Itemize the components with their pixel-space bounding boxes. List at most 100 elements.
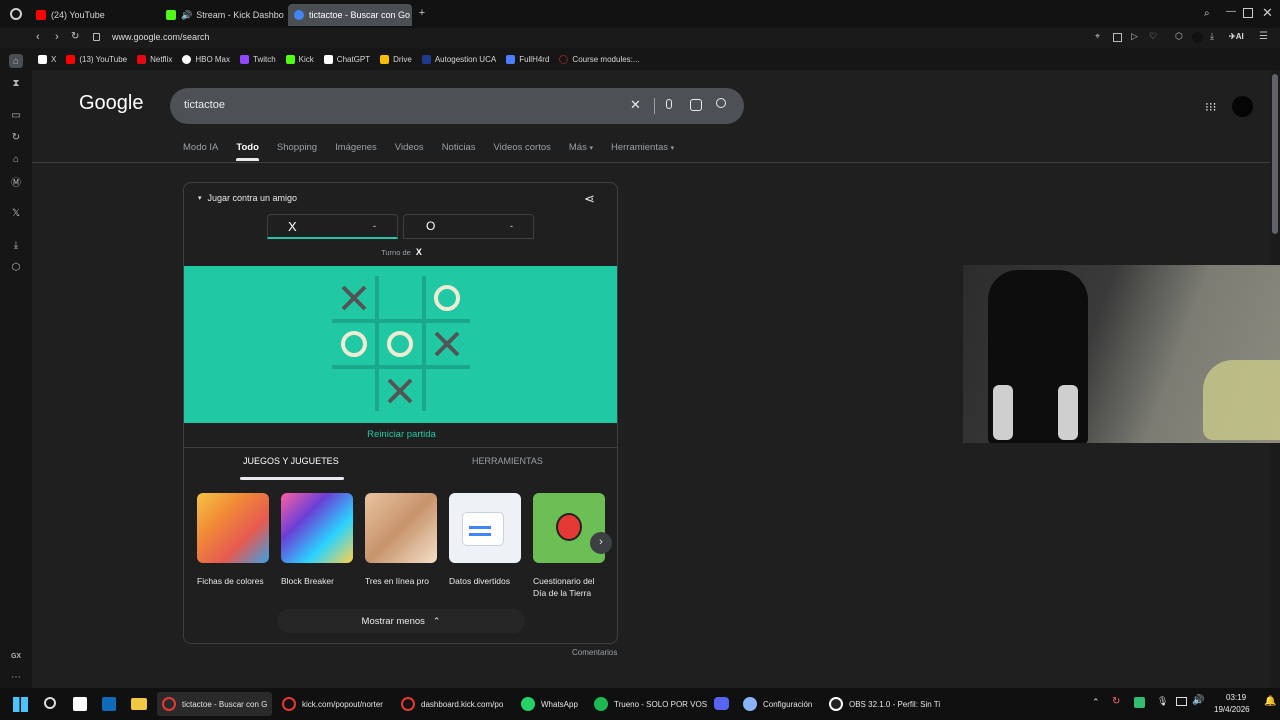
board-cell[interactable] (339, 283, 369, 313)
filter-herramientas[interactable]: Herramientas ▾ (611, 142, 674, 161)
filter-videos[interactable]: Videos (395, 142, 424, 161)
filter-imagenes[interactable]: Imágenes (335, 142, 377, 161)
tray-refresh-icon[interactable]: ↻ (1112, 696, 1120, 707)
menu-icon[interactable]: ☰ (1259, 31, 1268, 42)
taskbar-app-obs[interactable]: OBS 32.1.0 - Perfil: Sin Ti (829, 692, 940, 716)
x-icon[interactable]: 𝕏 (9, 206, 23, 220)
bookmark-chatgpt[interactable]: ChatGPT (323, 54, 370, 64)
back-icon[interactable]: ‹ (36, 31, 40, 43)
network-icon[interactable] (1176, 697, 1187, 706)
clear-icon[interactable]: ✕ (630, 97, 641, 113)
snapshot-icon[interactable] (1113, 33, 1122, 42)
taskbar-app-google[interactable]: tictactoe - Buscar con G (157, 692, 272, 716)
board-cell[interactable] (385, 376, 415, 406)
file-explorer-icon[interactable] (131, 698, 147, 710)
taskbar-app-kick-popout[interactable]: kick.com/popout/norter (282, 692, 383, 716)
heart-icon[interactable]: ♡ (1149, 31, 1157, 42)
bookmark-hbo-max[interactable]: HBO Max (182, 54, 230, 64)
search-icon[interactable] (716, 98, 726, 108)
profile-icon[interactable] (1192, 32, 1203, 43)
refresh-icon[interactable]: ↻ (9, 130, 23, 144)
download-icon[interactable]: ⤓ (9, 238, 23, 252)
tray-app-icon[interactable] (1134, 697, 1145, 708)
maximize-icon[interactable] (1243, 8, 1253, 18)
mode-selector[interactable]: ▾ Jugar contra un amigo (198, 193, 297, 203)
tab-juegos-y-juguetes[interactable]: JUEGOS Y JUGUETES (243, 456, 339, 466)
gamepad-icon[interactable]: ▭ (9, 108, 23, 122)
hourglass-icon[interactable]: ⧗ (9, 76, 23, 90)
carousel-next-icon[interactable]: › (590, 532, 612, 554)
show-less-button[interactable]: Mostrar menos ⌃ (277, 609, 525, 633)
tile-cuestionario-dia-tierra[interactable] (533, 493, 605, 563)
tile-block-breaker[interactable] (281, 493, 353, 563)
ai-icon[interactable]: ✈AI (1229, 32, 1244, 41)
search-input[interactable]: tictactoe (184, 99, 225, 111)
board-cell[interactable] (432, 376, 462, 406)
more-icon[interactable]: ⋯ (9, 670, 23, 684)
search-icon[interactable] (44, 697, 56, 709)
m-icon[interactable]: Ⓜ (9, 174, 23, 189)
bookmark-fullh4rd[interactable]: FullH4rd (506, 54, 549, 64)
filter-mas[interactable]: Más ▾ (569, 142, 593, 161)
taskbar-app-whatsapp[interactable]: WhatsApp (521, 692, 578, 716)
extensions-icon[interactable]: ⬡ (9, 260, 23, 274)
scrollbar-thumb[interactable] (1272, 74, 1278, 234)
restart-button[interactable]: Reiniciar partida (184, 429, 617, 440)
play-icon[interactable]: ▷ (1131, 31, 1138, 42)
bookmark-kick[interactable]: Kick (285, 54, 314, 64)
taskbar-app-spotify[interactable]: Trueno - SOLO POR VOS (594, 692, 707, 716)
filter-videos-cortos[interactable]: Videos cortos (493, 142, 550, 161)
volume-icon[interactable]: 🔊 (1192, 695, 1204, 706)
bookmark-course-modules[interactable]: Course modules:... (559, 54, 640, 64)
avatar[interactable] (1232, 96, 1253, 117)
board-cell[interactable] (339, 376, 369, 406)
search-tabs-icon[interactable]: ⌕ (1204, 8, 1210, 19)
new-tab-icon[interactable]: + (416, 7, 428, 19)
tray-chevron-icon[interactable]: ⌃ (1092, 697, 1100, 708)
board-cell[interactable] (339, 329, 369, 359)
close-window-icon[interactable]: ✕ (1262, 5, 1273, 21)
bookmark-youtube[interactable]: (13) YouTube (66, 54, 127, 64)
share-icon[interactable]: ⋖ (584, 191, 595, 207)
filter-todo[interactable]: Todo (236, 142, 259, 161)
search-box[interactable]: tictactoe ✕ (170, 88, 744, 124)
bookmark-x[interactable]: X (38, 54, 56, 64)
notifications-icon[interactable]: 🔔 (1264, 696, 1276, 707)
filter-modo-ia[interactable]: Modo IA (183, 142, 218, 161)
discord-icon[interactable] (714, 697, 729, 710)
board-cell[interactable] (385, 329, 415, 359)
tab-youtube[interactable]: (24) YouTube (30, 4, 155, 26)
filter-shopping[interactable]: Shopping (277, 142, 317, 161)
feedback-link[interactable]: Comentarios (572, 648, 617, 657)
tab-kick-dashboard[interactable]: 🔊 Stream - Kick Dashbo (160, 4, 284, 26)
gx-label[interactable]: GX (9, 649, 23, 663)
minimize-icon[interactable]: — (1226, 6, 1236, 17)
clock-time[interactable]: 03:19 (1226, 693, 1246, 702)
outlook-icon[interactable] (102, 697, 116, 711)
opera-gx-logo-icon[interactable] (10, 8, 22, 20)
google-logo[interactable]: Google (79, 92, 144, 115)
forward-icon[interactable]: › (55, 31, 59, 43)
tile-datos-divertidos[interactable] (449, 493, 521, 563)
tile-fichas-de-colores[interactable] (197, 493, 269, 563)
tab-google-search[interactable]: tictactoe - Buscar con Go (288, 4, 412, 26)
board-cell[interactable] (432, 329, 462, 359)
reload-icon[interactable]: ↻ (71, 31, 79, 42)
windows-start-icon[interactable] (13, 697, 28, 712)
board-cell[interactable] (385, 283, 415, 313)
download-icon[interactable]: ⤓ (1210, 31, 1214, 42)
apps-grid-icon[interactable]: ⁝⁝⁝ (1205, 100, 1216, 114)
extensions-icon[interactable]: ⬡ (1175, 31, 1183, 42)
url-field[interactable]: www.google.com/search (112, 32, 210, 42)
shop-icon[interactable]: ⌂ (9, 152, 23, 166)
bookmark-drive[interactable]: Drive (380, 54, 412, 64)
tile-tres-en-linea-pro[interactable] (365, 493, 437, 563)
microphone-icon[interactable]: 🎙 (1157, 696, 1168, 707)
home-icon[interactable]: ⌂ (9, 54, 23, 68)
tab-herramientas[interactable]: HERRAMIENTAS (472, 456, 543, 466)
bookmark-twitch[interactable]: Twitch (240, 54, 276, 64)
bookmark-autogestion-uca[interactable]: Autogestion UCA (421, 54, 496, 64)
board-cell[interactable] (432, 283, 462, 313)
filter-noticias[interactable]: Noticias (442, 142, 476, 161)
bookmark-netflix[interactable]: Netflix (137, 54, 172, 64)
